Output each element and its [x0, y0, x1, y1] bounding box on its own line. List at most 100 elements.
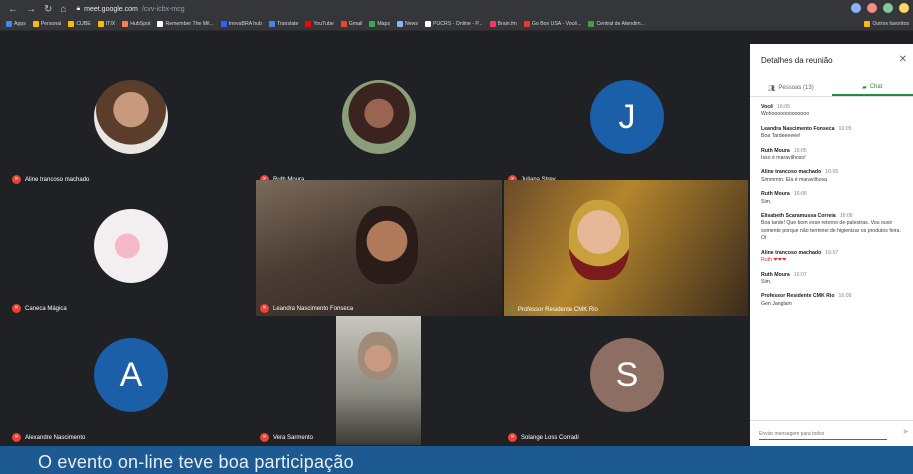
- participant-avatar: A: [94, 338, 168, 413]
- reload-icon[interactable]: ↻: [44, 4, 52, 15]
- message-sender: Professor Residente CMK Rio: [761, 293, 835, 300]
- send-icon[interactable]: ➤: [902, 427, 909, 436]
- message-time: 16:07: [825, 249, 839, 256]
- message-time: 16:07: [793, 271, 807, 278]
- participant-photo: [94, 209, 168, 284]
- message-sender: Aline trancoso machado: [761, 169, 822, 176]
- tab-people[interactable]: 👥︎ Pessoas (13): [750, 80, 832, 96]
- bookmark-icon: [425, 21, 432, 27]
- bookmark-item[interactable]: Brain.fm: [489, 21, 517, 27]
- bookmark-icon: [220, 21, 227, 27]
- bookmark-item[interactable]: CUBE: [68, 21, 91, 27]
- url-host: meet.google.com: [84, 5, 138, 13]
- participant-tile[interactable]: ✕ Caneca Mágica: [8, 187, 254, 316]
- bookmark-item[interactable]: HubSpot: [122, 21, 150, 27]
- bookmark-item[interactable]: ITIX: [97, 21, 115, 27]
- bookmark-item[interactable]: Central de Atendim...: [588, 21, 645, 27]
- bookmark-item[interactable]: Personal: [32, 21, 61, 27]
- chat-message-input[interactable]: [759, 428, 887, 440]
- address-bar[interactable]: 🔒︎ meet.google.com/cvv-icbx-mcg: [76, 5, 184, 13]
- bookmarks-bar: Apps Personal CUBE ITIX HubSpot Remember…: [0, 18, 913, 31]
- close-icon[interactable]: ✕: [899, 54, 907, 65]
- message-sender: Elisabeth Scaramussa Correia: [761, 213, 836, 220]
- video-person-figure: [569, 200, 629, 280]
- video-person-figure: [358, 332, 398, 380]
- home-icon[interactable]: ⌂: [60, 4, 66, 15]
- lock-icon: 🔒︎: [76, 5, 81, 12]
- profile-avatar-icon[interactable]: [899, 3, 909, 13]
- forward-icon[interactable]: →: [26, 4, 36, 15]
- meeting-details-panel: Detalhes da reunião ✕ 👥︎ Pessoas (13) ▰ …: [750, 44, 913, 446]
- participant-name-tag: ✕ Caneca Mágica: [12, 304, 67, 313]
- chat-message: Você 16:05 Wohooooooooooooo: [761, 104, 907, 119]
- people-icon: 👥︎: [767, 85, 776, 92]
- news-icon: [397, 21, 404, 27]
- bookmark-item[interactable]: YouTube: [305, 21, 334, 27]
- participant-tile[interactable]: J ✕ Juliana Strey: [504, 58, 750, 187]
- message-sender: Ruth Moura: [761, 271, 790, 278]
- participant-video[interactable]: ıIı Professor Residente CMK Rio: [504, 180, 748, 316]
- chat-message: Leandra Nascimento Fonseca 16:05 Boa Tard…: [761, 126, 907, 141]
- message-time: 16:05: [793, 147, 807, 154]
- back-icon[interactable]: ←: [8, 4, 18, 15]
- url-path: /cvv-icbx-mcg: [141, 5, 185, 13]
- bookmark-icon: [523, 21, 530, 27]
- bookmark-icon: [588, 21, 595, 27]
- participant-tile[interactable]: ✕ Vera Sarmento: [256, 316, 502, 445]
- mic-off-icon: ✕: [12, 304, 21, 313]
- bookmark-item[interactable]: PUCRS - Online - P...: [425, 21, 483, 27]
- apps-icon: [6, 21, 12, 27]
- message-sender: Ruth Moura: [761, 191, 790, 198]
- chat-composer: ➤: [750, 420, 913, 446]
- message-text: Ruth ❤❤❤: [761, 257, 787, 264]
- bookmark-icon: [489, 21, 496, 27]
- bookmark-item[interactable]: Gmail: [340, 21, 362, 27]
- bookmark-item[interactable]: Maps: [369, 21, 390, 27]
- chat-message: Professor Residente CMK Rio 16:09 Gen Jan…: [761, 293, 907, 308]
- caption-band: O evento on-line teve boa participação: [0, 446, 913, 474]
- participant-tile[interactable]: ✕ Aline trancoso machado: [8, 58, 254, 187]
- participant-avatar: S: [590, 338, 664, 413]
- chat-message: Aline trancoso machado 16:07 Ruth ❤❤❤: [761, 250, 907, 265]
- bookmark-item[interactable]: Remember The Mil...: [157, 21, 214, 27]
- message-text: Sim.: [761, 198, 772, 205]
- screenshot-root: ← → ↻ ⌂ 🔒︎ meet.google.com/cvv-icbx-mcg …: [0, 0, 913, 474]
- chat-message: Ruth Moura 16:05 Isso é maravilhoso!: [761, 148, 907, 163]
- participant-tile[interactable]: A ✕ Alexandre Nascimento: [8, 316, 254, 445]
- bookmark-item[interactable]: Go Box USA - Você...: [523, 21, 581, 27]
- tab-chat[interactable]: ▰ Chat: [831, 80, 913, 96]
- bookmark-item[interactable]: News: [397, 21, 418, 27]
- message-sender: Você: [761, 104, 774, 110]
- chat-icon: ▰: [862, 84, 867, 91]
- video-person-figure: [356, 206, 418, 284]
- extension-icon[interactable]: [851, 3, 861, 13]
- participant-grid: ✕ Aline trancoso machado ✕ Ruth Moura J …: [8, 58, 750, 446]
- mic-off-icon: ✕: [12, 433, 21, 442]
- mic-off-icon: ✕: [508, 433, 517, 442]
- folder-icon: [68, 21, 75, 27]
- bookmark-item[interactable]: InovaBRA hub: [220, 21, 262, 27]
- mic-off-icon: ✕: [12, 175, 21, 184]
- message-text: Isso é maravilhoso!: [761, 155, 806, 162]
- message-sender: Aline trancoso machado: [761, 249, 822, 256]
- participant-video[interactable]: ✕ Leandra Nascimento Fonseca: [256, 180, 502, 316]
- chat-message: Ruth Moura 16:07 Sim.: [761, 272, 907, 287]
- bookmark-item[interactable]: Apps: [6, 21, 26, 27]
- extension-icon[interactable]: [883, 3, 893, 13]
- participant-tile[interactable]: ✕ Ruth Moura: [256, 58, 502, 187]
- folder-icon: [97, 21, 104, 27]
- extension-icon[interactable]: [867, 3, 877, 13]
- participant-tile[interactable]: S ✕ Solange Loss Corradi: [504, 316, 750, 445]
- chat-messages[interactable]: Você 16:05 Wohooooooooooooo Leandra Nasci…: [761, 104, 907, 410]
- chat-message: Elisabeth Scaramussa Correia 16:06 Boa ta…: [761, 213, 907, 243]
- message-time: 16:06: [839, 213, 853, 220]
- chat-message: Aline trancoso machado 16:05 Simmmm. Ela …: [761, 169, 907, 184]
- message-text: Simmmm. Ela é maravilhosa: [761, 176, 828, 183]
- message-time: 16:05: [777, 104, 790, 110]
- hubspot-icon: [122, 21, 129, 27]
- bookmark-item[interactable]: Translate: [268, 21, 298, 27]
- folder-icon: [32, 21, 39, 27]
- other-bookmarks[interactable]: Outros favoritos: [864, 21, 909, 27]
- chat-message: Ruth Moura 16:06 Sim.: [761, 191, 907, 206]
- participant-photo: [342, 80, 416, 155]
